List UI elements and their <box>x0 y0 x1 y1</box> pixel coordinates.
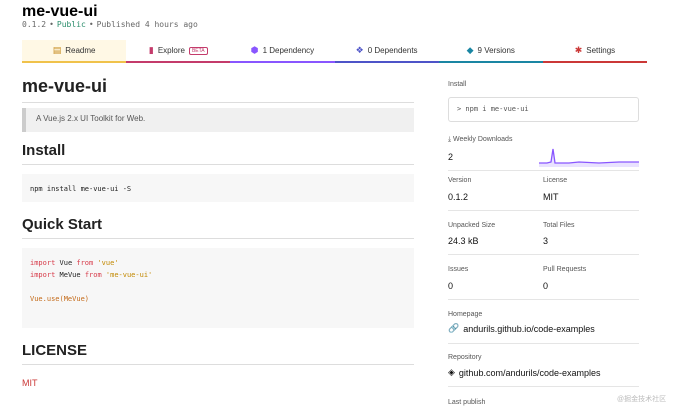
install-command-box[interactable]: > npm i me-vue-ui <box>448 97 639 122</box>
divider <box>448 210 639 211</box>
quickstart-code-block: import Vue from 'vue' import MeVue from … <box>22 248 414 328</box>
downloads-sparkline <box>539 148 639 167</box>
tab-label: Explore <box>157 46 185 55</box>
package-published: Published 4 hours ago <box>96 20 198 29</box>
pull-requests-label: Pull Requests <box>543 266 587 273</box>
total-files-label: Total Files <box>543 222 575 229</box>
readme-title: me-vue-ui <box>22 76 108 96</box>
weekly-downloads-label: ⤓ Weekly Downloads <box>448 136 513 143</box>
gear-icon: ✱ <box>574 45 583 55</box>
divider <box>448 170 639 171</box>
package-version: 0.1.2 <box>22 20 47 29</box>
quickstart-heading: Quick Start <box>22 216 103 233</box>
divider <box>448 299 639 300</box>
unpacked-size-label: Unpacked Size <box>448 222 496 229</box>
tab-label: 9 Versions <box>477 46 515 55</box>
code-line: Vue.use(MeVue) <box>30 295 90 303</box>
homepage-link[interactable]: 🔗 andurils.github.io/code-examples <box>448 323 595 334</box>
homepage-label: Homepage <box>448 311 483 318</box>
tab-readme[interactable]: ▤ Readme <box>22 40 127 63</box>
tab-dependencies[interactable]: ⬢ 1 Dependency <box>230 40 335 63</box>
tab-dependents[interactable]: ❖ 0 Dependents <box>334 40 439 63</box>
package-tabs: ▤ Readme ▮ Explore BETA ⬢ 1 Dependency ❖… <box>22 40 648 63</box>
package-name: me-vue-ui <box>22 3 98 20</box>
total-files-value: 3 <box>543 236 549 246</box>
box-icon: ⬢ <box>250 45 259 55</box>
tab-label: Settings <box>586 46 616 55</box>
divider <box>448 343 639 344</box>
license-text: MIT <box>22 378 38 388</box>
divider <box>448 386 639 387</box>
code-line: import MeVue from 'me-vue-ui' <box>30 271 153 279</box>
license-heading: LICENSE <box>22 342 88 359</box>
tab-settings[interactable]: ✱ Settings <box>542 40 648 63</box>
version-value: 0.1.2 <box>448 192 469 202</box>
divider <box>448 254 639 255</box>
tab-explore[interactable]: ▮ Explore BETA <box>126 40 231 63</box>
tab-label: 0 Dependents <box>367 46 418 55</box>
tab-versions[interactable]: ◆ 9 Versions <box>438 40 543 63</box>
code-line: import Vue from 'vue' <box>30 259 119 267</box>
package-header: me-vue-ui <box>22 2 98 22</box>
install-code: npm install me-vue-ui -S <box>30 185 132 193</box>
package-visibility: Public <box>56 20 86 29</box>
pull-requests-value[interactable]: 0 <box>543 281 548 291</box>
readme-description: A Vue.js 2.x UI Toolkit for Web. <box>22 108 414 132</box>
explore-icon: ▮ <box>148 45 154 55</box>
issues-value[interactable]: 0 <box>448 281 453 291</box>
weekly-downloads-value: 2 <box>448 152 454 162</box>
unpacked-size-value: 24.3 kB <box>448 236 479 246</box>
install-code-block: npm install me-vue-ui -S <box>22 174 414 202</box>
package-meta: 0.1.2 • Public • Published 4 hours ago <box>22 20 198 29</box>
beta-badge: BETA <box>188 46 208 55</box>
tag-icon: ◆ <box>466 45 474 55</box>
tab-label: Readme <box>65 46 96 55</box>
readme-icon: ▤ <box>52 45 62 55</box>
repository-label: Repository <box>448 354 482 361</box>
install-label: Install <box>448 81 467 88</box>
install-heading: Install <box>22 142 66 159</box>
boxes-icon: ❖ <box>355 45 364 55</box>
last-publish-label: Last publish <box>448 399 486 406</box>
repository-link[interactable]: ◈ github.com/andurils/code-examples <box>448 367 601 378</box>
version-label: Version <box>448 177 472 184</box>
license-label: License <box>543 177 568 184</box>
watermark: @掘金技术社区 <box>617 396 667 403</box>
issues-label: Issues <box>448 266 469 273</box>
divider <box>22 238 414 239</box>
divider <box>22 102 414 103</box>
tab-label: 1 Dependency <box>262 46 315 55</box>
link-icon: 🔗 <box>448 323 460 333</box>
divider <box>22 164 414 165</box>
license-value: MIT <box>543 192 559 202</box>
git-icon: ◈ <box>448 367 455 377</box>
divider <box>22 364 414 365</box>
